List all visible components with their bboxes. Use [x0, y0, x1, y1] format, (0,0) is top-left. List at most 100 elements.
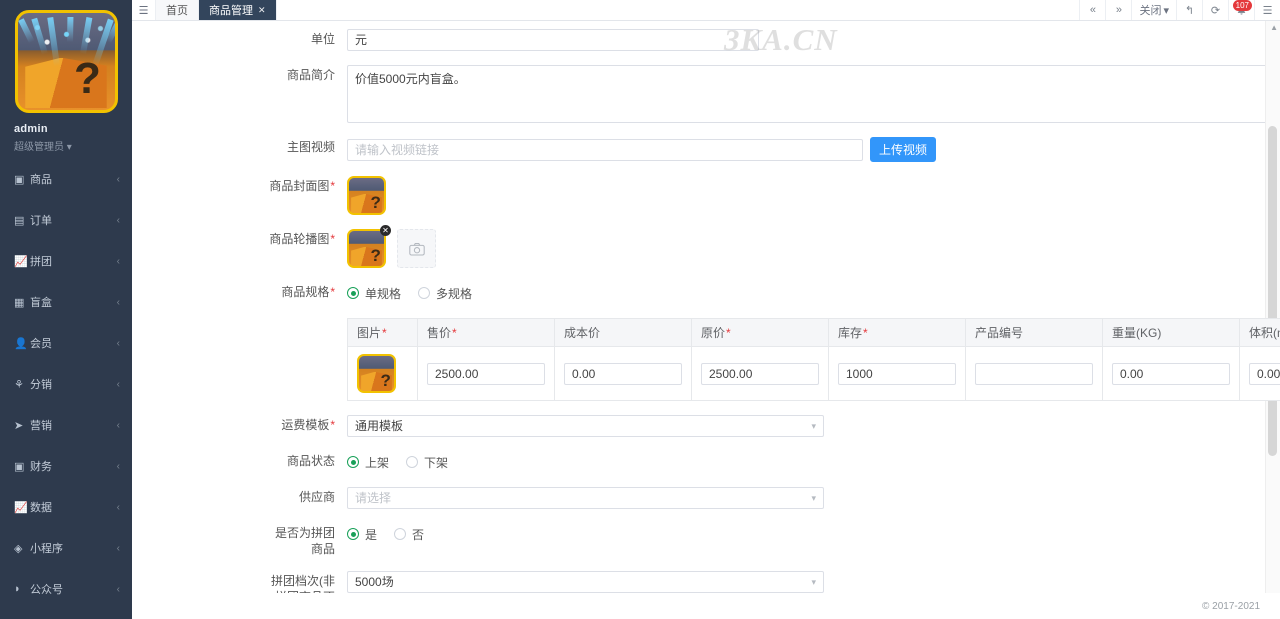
radio-group-yes-label: 是 — [365, 527, 378, 542]
wechat-icon: ◗ — [14, 583, 21, 595]
chart-icon: 📈 — [14, 255, 28, 268]
tab-home[interactable]: 首页 — [156, 0, 199, 20]
radio-off-shelf[interactable]: 下架 — [406, 454, 448, 471]
freight-select[interactable]: 通用模板 ▾ — [347, 415, 824, 437]
close-tabs-dropdown[interactable]: 关闭 ▾ — [1131, 0, 1176, 20]
bell-icon[interactable]: 107 — [1228, 0, 1254, 20]
camera-icon — [408, 242, 425, 256]
cover-required-mark: * — [330, 179, 335, 193]
sidebar-item-label: 小程序 — [30, 543, 63, 555]
more-menu-icon[interactable]: ☰ — [1254, 0, 1280, 20]
cost-input[interactable]: 0.00 — [564, 362, 682, 385]
form-row-unit: 单位 元 — [132, 29, 1258, 51]
logo-ray — [66, 16, 74, 43]
user-icon: 👤 — [14, 337, 28, 350]
col-price-req: * — [452, 326, 457, 340]
unit-input[interactable]: 元 — [347, 29, 759, 51]
radio-group-no-label: 否 — [412, 527, 425, 542]
cover-image-slot[interactable] — [347, 176, 386, 215]
vertical-scrollbar[interactable]: ▲ — [1265, 21, 1280, 593]
video-url-input[interactable]: 请输入视频链接 — [347, 138, 863, 161]
cell-weight: 0.00 — [1102, 346, 1240, 401]
col-volume: 体积(m³) — [1239, 318, 1280, 347]
radio-single-spec[interactable]: 单规格 — [347, 285, 401, 302]
sidebar-item-0[interactable]: ▣ 商品 ‹ — [0, 165, 132, 193]
sidebar-item-8[interactable]: 📈 数据 ‹ — [0, 493, 132, 521]
sidebar-item-5[interactable]: ⚘ 分销 ‹ — [0, 370, 132, 398]
carousel-image-slot[interactable]: ✕ — [347, 225, 391, 268]
spec-mode-label-text: 商品规格 — [281, 285, 330, 299]
promo-icon: ➤ — [14, 419, 24, 432]
prev-tab-icon[interactable]: « — [1079, 0, 1105, 20]
form-row-spec-mode: 商品规格* 单规格 多规格 — [132, 282, 1258, 304]
logo-ray — [79, 16, 92, 55]
col-stock-req: * — [863, 326, 868, 340]
scrollbar-thumb[interactable] — [1268, 126, 1277, 456]
chevron-left-icon: ‹ — [116, 460, 120, 472]
unit-field-wrap: 元 — [347, 29, 1258, 51]
sidebar-item-7[interactable]: ▣ 财务 ‹ — [0, 452, 132, 480]
spec-table: 图片* 售价* 成本价 原价* 库存* 产品编号 重量(KG) 体积(m³) — [347, 318, 1280, 401]
sidebar-item-2[interactable]: 📈 拼团 ‹ — [0, 247, 132, 275]
price-input[interactable]: 2500.00 — [427, 362, 545, 385]
sidebar-item-10[interactable]: ◗ 公众号 ‹ — [0, 575, 132, 603]
is-group-radio-group: 是 否 — [347, 523, 1258, 545]
form-row-freight: 运费模板* 通用模板 ▾ — [132, 415, 1258, 437]
col-sku-label: 产品编号 — [975, 326, 1024, 340]
radio-on-shelf[interactable]: 上架 — [347, 454, 389, 471]
notification-badge: 107 — [1232, 0, 1252, 11]
radio-multi-spec[interactable]: 多规格 — [418, 285, 472, 302]
weight-input[interactable]: 0.00 — [1112, 362, 1230, 385]
intro-textarea[interactable]: 价值5000元内盲盒。 — [347, 65, 1280, 123]
sidebar-item-label: 商品 — [30, 174, 52, 186]
sidebar-item-1[interactable]: ▤ 订单 ‹ — [0, 206, 132, 234]
upload-video-button[interactable]: 上传视频 — [870, 137, 937, 162]
sidebar-item-3[interactable]: ▦ 盲盒 ‹ — [0, 288, 132, 316]
form-row-video: 主图视频 请输入视频链接 上传视频 — [132, 137, 1258, 162]
original-price-input[interactable]: 2500.00 — [701, 362, 819, 385]
form-row-spec-table: 图片* 售价* 成本价 原价* 库存* 产品编号 重量(KG) 体积(m³) — [132, 22, 1280, 401]
volume-input[interactable]: 0.00 — [1249, 362, 1280, 385]
radio-dot-icon — [394, 528, 407, 540]
close-icon[interactable]: ✕ — [258, 5, 266, 16]
col-price: 售价* — [417, 318, 555, 347]
sku-input[interactable] — [975, 362, 1093, 385]
col-original: 原价* — [691, 318, 829, 347]
stock-input[interactable]: 1000 — [838, 362, 956, 385]
group-level-label: 拼团档次(非拼团商品不用设置) — [271, 574, 335, 593]
col-volume-label: 体积(m³) — [1249, 326, 1280, 340]
scroll-up-icon[interactable]: ▲ — [1270, 23, 1278, 32]
tab-product-management[interactable]: 商品管理 ✕ — [199, 0, 277, 20]
radio-dot-icon — [406, 456, 419, 468]
cell-stock: 1000 — [828, 346, 966, 401]
back-icon[interactable]: ↰ — [1176, 0, 1202, 20]
product-thumb-icon — [357, 354, 396, 393]
sidebar-item-4[interactable]: 👤 会员 ‹ — [0, 329, 132, 357]
sidebar-item-label: 拼团 — [30, 256, 52, 268]
col-original-req: * — [726, 326, 731, 340]
radio-group-yes[interactable]: 是 — [347, 526, 377, 543]
cell-image[interactable] — [347, 346, 418, 401]
user-role[interactable]: 超级管理员 ▾ — [14, 138, 132, 153]
camera-upload-button[interactable] — [397, 229, 436, 268]
delete-image-icon[interactable]: ✕ — [380, 225, 391, 236]
share-icon: ⚘ — [14, 378, 24, 391]
sidebar-item-9[interactable]: ◈ 小程序 ‹ — [0, 534, 132, 562]
radio-single-spec-label: 单规格 — [365, 286, 402, 301]
cell-price: 2500.00 — [417, 346, 555, 401]
user-info[interactable]: admin 超级管理员 ▾ — [0, 113, 132, 159]
chevron-left-icon: ‹ — [116, 583, 120, 595]
spec-table-body: 2500.00 0.00 2500.00 1000 0.00 0.00 — [347, 346, 1280, 401]
col-weight: 重量(KG) — [1102, 318, 1240, 347]
group-level-select[interactable]: 5000场 ▾ — [347, 571, 824, 593]
radio-group-no[interactable]: 否 — [394, 526, 424, 543]
next-tab-icon[interactable]: » — [1105, 0, 1131, 20]
refresh-icon[interactable]: ⟳ — [1202, 0, 1228, 20]
miniapp-icon: ◈ — [14, 542, 23, 555]
sidebar-item-6[interactable]: ➤ 营销 ‹ — [0, 411, 132, 439]
close-tabs-label: 关闭 — [1139, 5, 1162, 17]
col-stock-label: 库存 — [838, 326, 863, 340]
hamburger-icon[interactable]: ☰ — [132, 0, 156, 20]
carousel-field-wrap: ✕ — [347, 225, 1258, 268]
supplier-select[interactable]: 请选择 ▾ — [347, 487, 824, 509]
